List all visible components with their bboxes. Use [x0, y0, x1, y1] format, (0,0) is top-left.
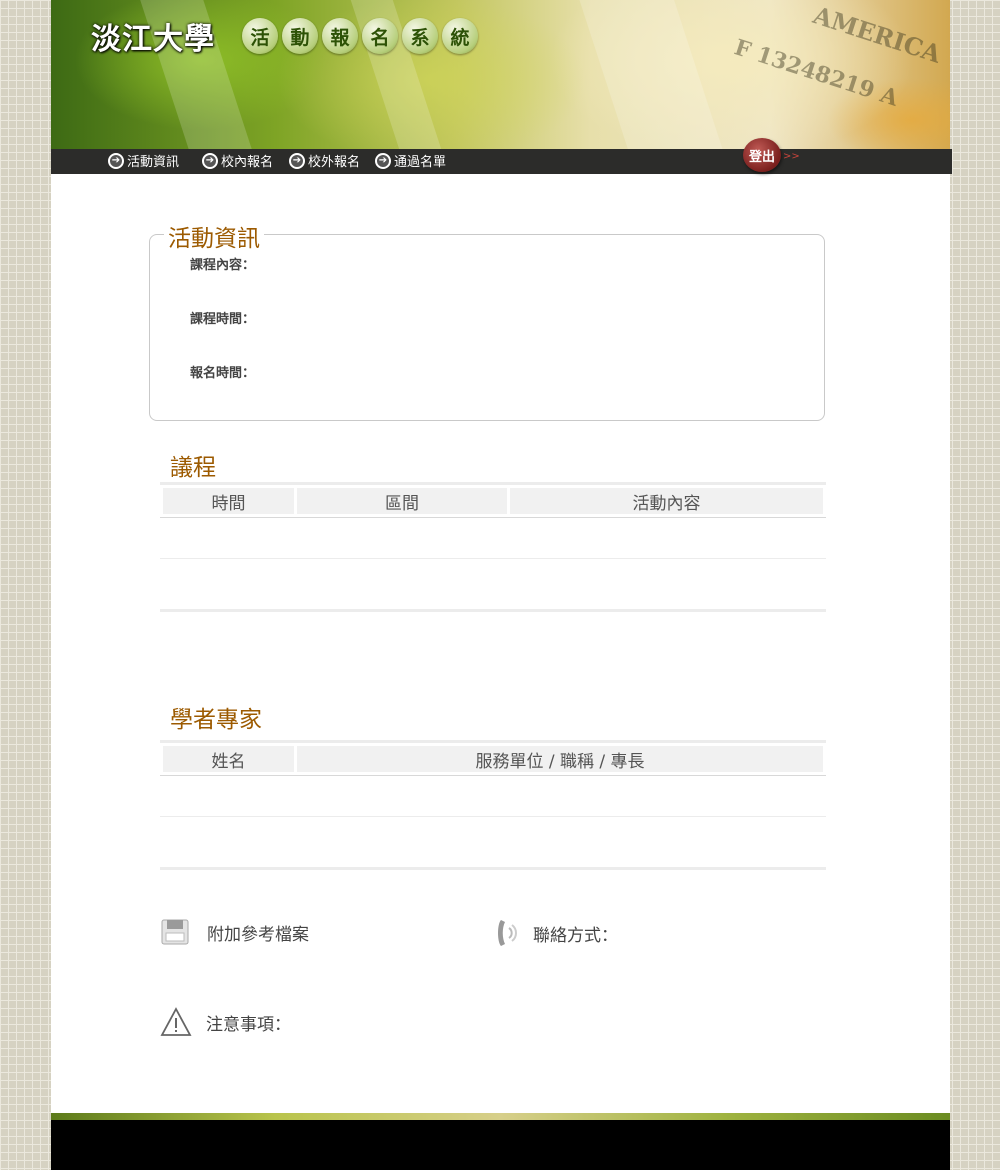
column-header-content: 活動內容: [510, 488, 823, 514]
nav-bar: ➔ 活動資訊 ➔ 校內報名 ➔ 校外報名 ➔ 通過名單: [51, 149, 952, 174]
nav-item-label: 校外報名: [308, 155, 361, 170]
arrow-circle-icon: ➔: [108, 152, 124, 169]
activity-info-title: 活動資訊: [164, 219, 264, 253]
university-logo: 淡江大學: [91, 22, 215, 57]
banner-decoration: [573, 0, 739, 149]
logout-button[interactable]: 登出 >>: [743, 138, 800, 172]
table-row: [160, 518, 826, 559]
arrow-circle-icon: ➔: [202, 152, 218, 169]
column-header-affiliation: 服務單位 / 職稱 / 專長: [297, 746, 823, 772]
agenda-table-header: 時間 區間 活動內容: [160, 482, 826, 518]
title-char: 名: [362, 18, 398, 54]
title-char: 動: [282, 18, 318, 54]
arrow-circle-icon: ➔: [375, 152, 391, 169]
title-char: 報: [322, 18, 358, 54]
table-row: [160, 776, 826, 817]
attachment-label: 附加參考檔案: [207, 924, 309, 945]
footer: [51, 1120, 950, 1170]
page-container: F 13248219 A AMERICA 淡江大學 活 動 報 名 系 統 ➔ …: [51, 0, 952, 1170]
registration-time-label: 報名時間：: [190, 366, 256, 381]
title-char: 系: [402, 18, 438, 54]
notes-section: 注意事項：: [160, 1007, 291, 1037]
contact-label: 聯絡方式：: [533, 925, 618, 946]
file-icon: [161, 919, 189, 945]
experts-table-header: 姓名 服務單位 / 職稱 / 專長: [160, 740, 826, 776]
title-char: 活: [242, 18, 278, 54]
header-banner: F 13248219 A AMERICA 淡江大學 活 動 報 名 系 統: [51, 0, 950, 149]
attachment-link[interactable]: 附加參考檔案: [160, 918, 309, 946]
contact-info: 聯絡方式：: [495, 918, 618, 948]
column-header-time: 時間: [163, 488, 294, 514]
agenda-title: 議程: [170, 455, 216, 481]
system-title: 活 動 報 名 系 統: [242, 18, 478, 54]
column-header-name: 姓名: [163, 746, 294, 772]
nav-item-label: 通過名單: [394, 155, 447, 170]
banner-country-text: AMERICA: [809, 0, 945, 69]
title-char: 統: [442, 18, 478, 54]
notes-label: 注意事項：: [206, 1014, 291, 1035]
warning-icon: [160, 1007, 192, 1036]
course-content-label: 課程內容：: [190, 258, 256, 273]
agenda-table: 時間 區間 活動內容: [160, 482, 826, 612]
nav-item-external-registration[interactable]: ➔ 校外報名: [289, 151, 360, 170]
column-header-interval: 區間: [297, 488, 507, 514]
table-row: [160, 817, 826, 870]
nav-item-activity-info[interactable]: ➔ 活動資訊: [108, 151, 179, 170]
nav-item-label: 校內報名: [221, 155, 274, 170]
experts-title: 學者專家: [170, 707, 262, 733]
logout-label: 登出: [743, 138, 781, 172]
nav-item-internal-registration[interactable]: ➔ 校內報名: [202, 151, 273, 170]
table-row: [160, 559, 826, 612]
activity-info-panel: 活動資訊 課程內容： 課程時間： 報名時間：: [149, 219, 825, 421]
nav-item-approved-list[interactable]: ➔ 通過名單: [375, 151, 446, 170]
experts-table: 姓名 服務單位 / 職稱 / 專長: [160, 740, 826, 870]
course-time-label: 課程時間：: [190, 312, 256, 327]
footer-decoration: [51, 1113, 950, 1120]
arrow-circle-icon: ➔: [289, 152, 305, 169]
chevron-right-icon: >>: [783, 150, 800, 162]
nav-item-label: 活動資訊: [127, 155, 180, 170]
phone-icon: [498, 920, 517, 946]
